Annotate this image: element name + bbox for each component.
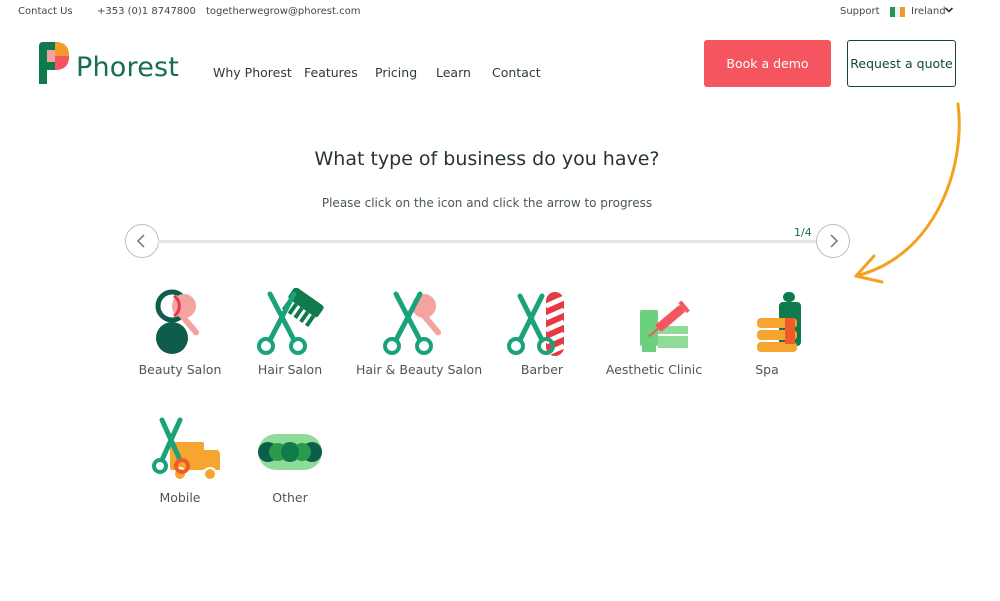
option-beauty-salon[interactable]: Beauty Salon <box>120 288 240 377</box>
option-label: Spa <box>755 362 779 377</box>
phone-link[interactable]: +353 (0)1 8747800 <box>97 6 196 17</box>
option-label: Mobile <box>159 490 201 505</box>
nav-features[interactable]: Features <box>304 65 358 80</box>
option-label: Other <box>272 490 308 505</box>
option-hair-beauty-salon[interactable]: Hair & Beauty Salon <box>356 288 483 377</box>
option-spa[interactable]: Spa <box>707 288 827 377</box>
top-bar: Contact Us +353 (0)1 8747800 togetherweg… <box>0 0 1000 24</box>
scissors-comb-icon <box>257 288 324 355</box>
option-label: Aesthetic Clinic <box>605 362 703 377</box>
step-indicator: 1/4 <box>794 226 812 239</box>
scissors-van-icon <box>152 417 220 481</box>
option-label: Beauty Salon <box>138 362 222 377</box>
dots-icon <box>258 434 322 470</box>
nav-pricing[interactable]: Pricing <box>375 65 417 80</box>
mirror-brush-icon <box>155 289 200 354</box>
scissors-brush-icon <box>383 291 442 355</box>
country-selector[interactable]: Ireland <box>911 6 946 17</box>
support-link[interactable]: Support <box>840 6 880 17</box>
option-mobile[interactable]: Mobile <box>120 416 240 505</box>
chevron-down-icon[interactable] <box>944 5 954 15</box>
book-demo-button[interactable]: Book a demo <box>704 40 831 87</box>
option-aesthetic-clinic[interactable]: Aesthetic Clinic <box>594 288 714 377</box>
brand-name[interactable]: Phorest <box>76 52 179 83</box>
option-label: Barber <box>520 362 564 377</box>
chevron-right-icon <box>830 234 839 248</box>
next-button[interactable] <box>816 224 850 258</box>
syringe-cream-icon <box>640 300 690 352</box>
nav-learn[interactable]: Learn <box>436 65 471 80</box>
towel-bottle-icon <box>757 292 801 352</box>
ireland-flag-icon <box>890 7 905 17</box>
nav-contact[interactable]: Contact <box>492 65 541 80</box>
option-hair-salon[interactable]: Hair Salon <box>230 288 350 377</box>
chevron-left-icon <box>136 234 145 248</box>
nav-why-phorest[interactable]: Why Phorest <box>213 65 292 80</box>
option-label: Hair Salon <box>257 362 323 377</box>
contact-us-link[interactable]: Contact Us <box>18 6 73 17</box>
scissors-barber-pole-icon <box>507 292 566 357</box>
option-other[interactable]: Other <box>230 416 350 505</box>
phorest-logo-icon[interactable] <box>37 40 73 86</box>
email-link[interactable]: togetherwegrow@phorest.com <box>206 6 360 17</box>
wizard-title: What type of business do you have? <box>314 148 660 170</box>
option-barber[interactable]: Barber <box>482 288 602 377</box>
progress-bar <box>158 240 816 243</box>
request-quote-button[interactable]: Request a quote <box>847 40 956 87</box>
option-label: Hair & Beauty Salon <box>356 362 483 377</box>
wizard-instruction: Please click on the icon and click the a… <box>321 196 653 210</box>
previous-button[interactable] <box>125 224 159 258</box>
